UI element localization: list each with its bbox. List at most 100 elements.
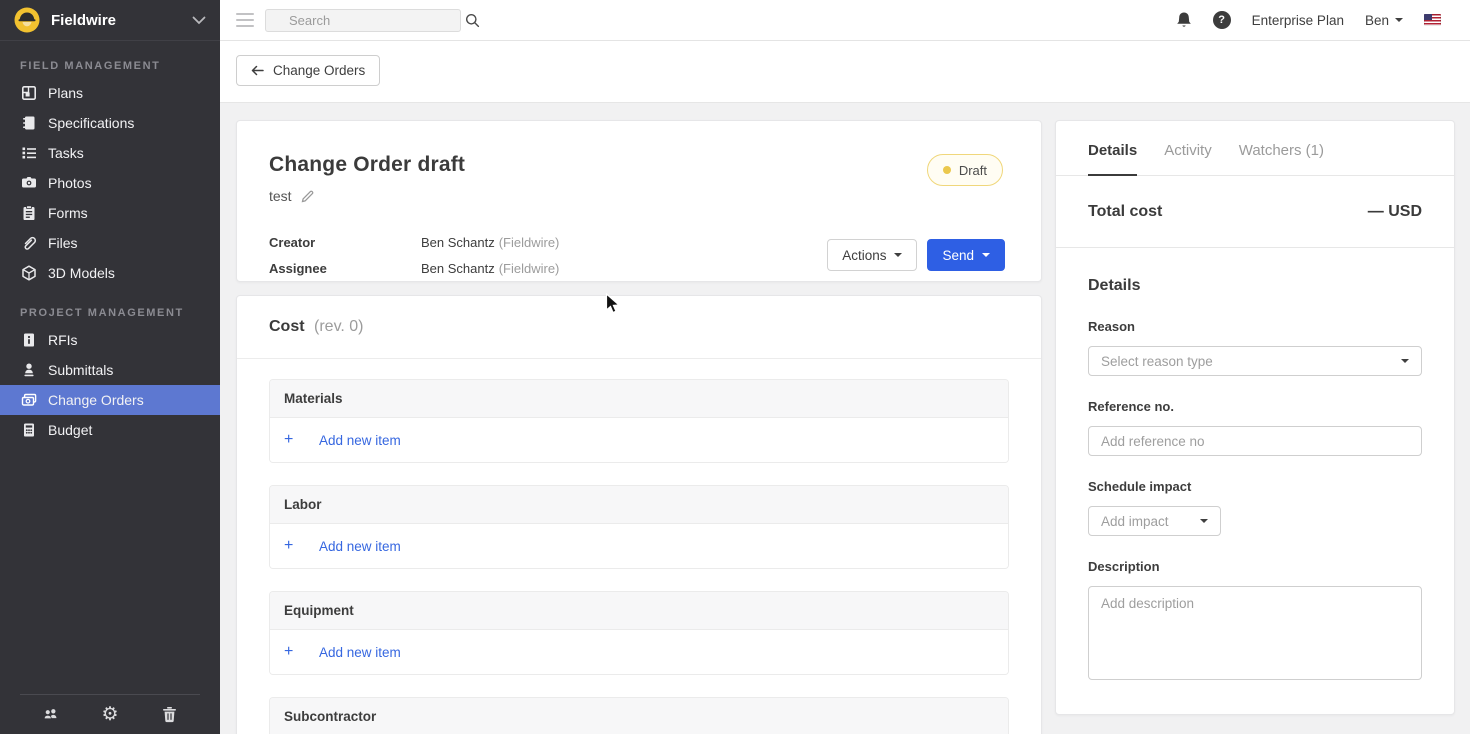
schedule-impact-label: Schedule impact [1088, 479, 1422, 494]
sidebar-item-tasks[interactable]: Tasks [0, 138, 220, 168]
specifications-icon [20, 115, 37, 132]
reference-input-wrap [1088, 426, 1422, 456]
plus-icon: + [284, 537, 306, 555]
creator-org: (Fieldwire) [499, 235, 560, 250]
sidebar-item-label: Photos [48, 175, 92, 191]
sidebar-item-files[interactable]: Files [0, 228, 220, 258]
sidebar-item-rfis[interactable]: RFIs [0, 325, 220, 355]
description-label: Description [1088, 559, 1422, 574]
trash-icon[interactable] [160, 705, 178, 723]
cost-section-title: Labor [270, 486, 1008, 524]
notifications-bell-icon[interactable] [1176, 11, 1192, 29]
user-menu[interactable]: Ben [1365, 13, 1403, 28]
assignee-name: Ben Schantz [421, 261, 495, 276]
sidebar-item-label: Plans [48, 85, 83, 101]
assignee-org: (Fieldwire) [499, 261, 560, 276]
sidebar-item-plans[interactable]: Plans [0, 78, 220, 108]
sidebar-item-3d-models[interactable]: 3D Models [0, 258, 220, 288]
gear-icon[interactable]: ⚙ [101, 705, 119, 723]
people-icon[interactable] [42, 705, 60, 723]
creator-name: Ben Schantz [421, 235, 495, 250]
sidebar-item-label: Forms [48, 205, 88, 221]
hamburger-menu-icon[interactable] [236, 13, 254, 27]
cost-section-equipment: Equipment + Add new item [269, 591, 1009, 675]
cost-section-subcontractor: Subcontractor + Add new item [269, 697, 1009, 734]
tab-activity[interactable]: Activity [1164, 121, 1212, 176]
reason-label: Reason [1088, 319, 1422, 334]
language-flag-icon[interactable] [1424, 14, 1441, 26]
reference-input[interactable] [1101, 434, 1409, 449]
forms-icon [20, 205, 37, 222]
total-cost-row: Total cost — USD [1056, 176, 1454, 248]
files-icon [20, 235, 37, 252]
sidebar-item-label: Tasks [48, 145, 84, 161]
sub-bar: Change Orders [220, 41, 1470, 103]
total-cost-label: Total cost [1088, 203, 1162, 221]
sidebar-item-label: Specifications [48, 115, 134, 131]
send-button-label: Send [942, 248, 974, 263]
details-panel-card: Details Activity Watchers (1) Total cost… [1055, 120, 1455, 715]
schedule-impact-select[interactable]: Add impact [1088, 506, 1221, 536]
add-new-item-link[interactable]: + Add new item [270, 418, 1008, 462]
brand-name: Fieldwire [51, 12, 192, 29]
edit-pencil-icon[interactable] [301, 190, 314, 203]
sidebar-item-forms[interactable]: Forms [0, 198, 220, 228]
sidebar-item-submittals[interactable]: Submittals [0, 355, 220, 385]
actions-button[interactable]: Actions [827, 239, 917, 271]
search-box [265, 9, 461, 32]
status-dot-icon [943, 166, 951, 174]
help-icon[interactable]: ? [1213, 11, 1231, 29]
sidebar-item-label: Budget [48, 422, 92, 438]
fieldwire-logo-icon [14, 7, 40, 33]
sidebar-footer: ⚙ [0, 694, 220, 734]
project-switcher[interactable]: Fieldwire [0, 0, 220, 41]
sidebar-item-label: Files [48, 235, 78, 251]
main-content: Change Order draft test Creator Ben Scha… [220, 103, 1470, 734]
schedule-impact-placeholder: Add impact [1101, 514, 1200, 529]
sidebar-item-photos[interactable]: Photos [0, 168, 220, 198]
caret-down-icon [1200, 519, 1208, 523]
tab-details[interactable]: Details [1088, 121, 1137, 176]
cost-section-title: Equipment [270, 592, 1008, 630]
section-label-project-management: Project Management [20, 307, 220, 319]
add-new-item-label: Add new item [319, 645, 401, 660]
status-badge: Draft [927, 154, 1003, 186]
add-new-item-link[interactable]: + Add new item [270, 524, 1008, 568]
cost-section-materials: Materials + Add new item [269, 379, 1009, 463]
reference-label: Reference no. [1088, 399, 1422, 414]
plus-icon: + [284, 431, 306, 449]
back-to-change-orders-button[interactable]: Change Orders [236, 55, 380, 86]
sidebar-item-label: Change Orders [48, 392, 144, 408]
add-new-item-link[interactable]: + Add new item [270, 630, 1008, 674]
change-order-header-card: Change Order draft test Creator Ben Scha… [236, 120, 1042, 282]
sidebar-item-specifications[interactable]: Specifications [0, 108, 220, 138]
section-label-field-management: Field Management [20, 60, 220, 72]
calculator-icon [20, 422, 37, 439]
cost-section-title: Subcontractor [270, 698, 1008, 734]
search-input[interactable] [266, 13, 465, 28]
sidebar-item-label: Submittals [48, 362, 113, 378]
description-textarea[interactable] [1088, 586, 1422, 680]
cube-icon [20, 265, 37, 282]
reason-select[interactable]: Select reason type [1088, 346, 1422, 376]
sidebar-item-change-orders[interactable]: Change Orders [0, 385, 220, 415]
details-heading: Details [1088, 277, 1422, 295]
cost-section-labor: Labor + Add new item [269, 485, 1009, 569]
sidebar-item-label: RFIs [48, 332, 78, 348]
assignee-label: Assignee [269, 261, 421, 276]
change-orders-icon [20, 392, 37, 409]
plus-icon: + [284, 643, 306, 661]
cost-card: Cost (rev. 0) Materials + Add new item L… [236, 295, 1042, 734]
send-button[interactable]: Send [927, 239, 1005, 271]
search-icon [465, 13, 480, 28]
photos-icon [20, 175, 37, 192]
cost-section-title: Materials [270, 380, 1008, 418]
top-bar: ? Enterprise Plan Ben [220, 0, 1470, 41]
tab-watchers[interactable]: Watchers (1) [1239, 121, 1324, 176]
sidebar-item-budget[interactable]: Budget [0, 415, 220, 445]
sidebar-item-label: 3D Models [48, 265, 115, 281]
panel-tabs: Details Activity Watchers (1) [1056, 121, 1454, 176]
cost-revision: (rev. 0) [314, 318, 363, 335]
reason-placeholder: Select reason type [1101, 354, 1401, 369]
creator-label: Creator [269, 235, 421, 250]
